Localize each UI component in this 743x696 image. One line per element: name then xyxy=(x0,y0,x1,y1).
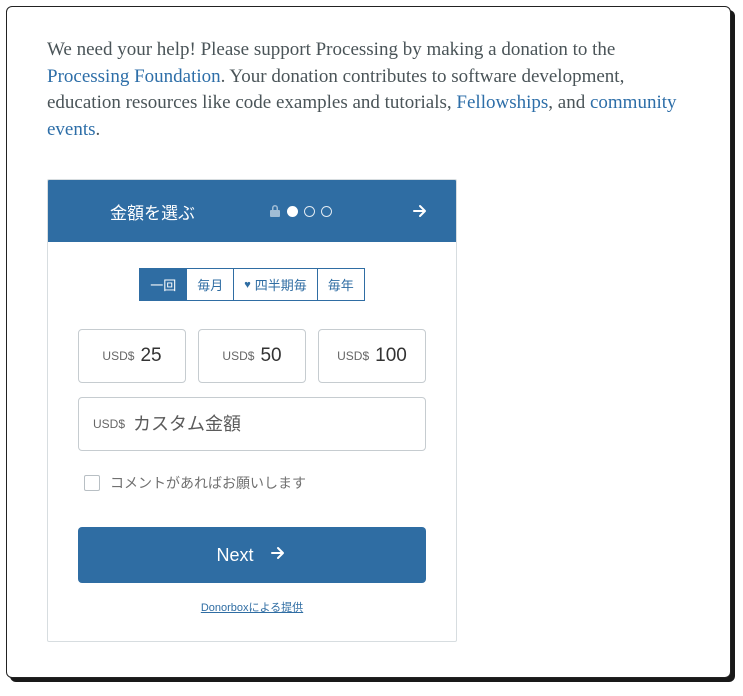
currency-label: USD$ xyxy=(337,349,369,363)
donation-step-title: 金額を選ぶ xyxy=(70,199,195,224)
step-indicator xyxy=(195,204,406,218)
next-button[interactable]: Next xyxy=(78,527,426,583)
intro-paragraph: We need your help! Please support Proces… xyxy=(47,37,690,143)
link-fellowships[interactable]: Fellowships xyxy=(456,92,548,113)
arrow-right-icon xyxy=(268,543,288,568)
step-dot-3 xyxy=(321,206,332,217)
frequency-yearly-label: 毎年 xyxy=(328,275,354,294)
intro-text-1: We need your help! Please support Proces… xyxy=(47,39,615,60)
intro-text-3: , and xyxy=(548,92,590,113)
frequency-monthly[interactable]: 毎月 xyxy=(187,269,234,300)
frequency-yearly[interactable]: 毎年 xyxy=(318,269,364,300)
comment-label: コメントがあればお願いします xyxy=(110,473,306,493)
preset-amounts: USD$ 25 USD$ 50 USD$ 100 xyxy=(78,329,426,383)
frequency-quarterly-label: 四半期毎 xyxy=(255,275,307,294)
provider-credit: Donorboxによる提供 xyxy=(78,583,426,625)
custom-amount-input[interactable] xyxy=(133,414,411,435)
amount-value: 25 xyxy=(140,345,161,367)
step-dot-2 xyxy=(304,206,315,217)
amount-value: 50 xyxy=(260,345,281,367)
lock-icon xyxy=(269,204,281,218)
amount-option-50[interactable]: USD$ 50 xyxy=(198,329,306,383)
next-button-label: Next xyxy=(216,545,253,566)
donation-widget: 金額を選ぶ 一回 毎月 ♥ xyxy=(47,179,457,642)
frequency-once-label: 一回 xyxy=(150,275,176,294)
donation-body: 一回 毎月 ♥ 四半期毎 毎年 USD$ 25 U xyxy=(48,242,456,641)
amount-value: 100 xyxy=(375,345,407,367)
provider-link[interactable]: Donorboxによる提供 xyxy=(201,602,303,614)
frequency-tabs: 一回 毎月 ♥ 四半期毎 毎年 xyxy=(139,268,365,301)
header-next-arrow[interactable] xyxy=(406,197,434,225)
intro-text-4: . xyxy=(96,119,101,140)
link-processing-foundation[interactable]: Processing Foundation xyxy=(47,66,221,87)
heart-icon: ♥ xyxy=(244,279,251,291)
currency-label: USD$ xyxy=(222,349,254,363)
comment-checkbox[interactable] xyxy=(84,475,100,491)
step-dot-1 xyxy=(287,206,298,217)
donation-header: 金額を選ぶ xyxy=(48,180,456,242)
custom-amount-field[interactable]: USD$ xyxy=(78,397,426,451)
comment-row: コメントがあればお願いします xyxy=(78,469,426,493)
amount-option-100[interactable]: USD$ 100 xyxy=(318,329,426,383)
frequency-monthly-label: 毎月 xyxy=(197,275,223,294)
currency-label: USD$ xyxy=(93,417,125,431)
page-container: We need your help! Please support Proces… xyxy=(6,6,731,678)
amount-option-25[interactable]: USD$ 25 xyxy=(78,329,186,383)
frequency-quarterly[interactable]: ♥ 四半期毎 xyxy=(234,269,318,300)
currency-label: USD$ xyxy=(102,349,134,363)
frequency-once[interactable]: 一回 xyxy=(140,269,187,300)
